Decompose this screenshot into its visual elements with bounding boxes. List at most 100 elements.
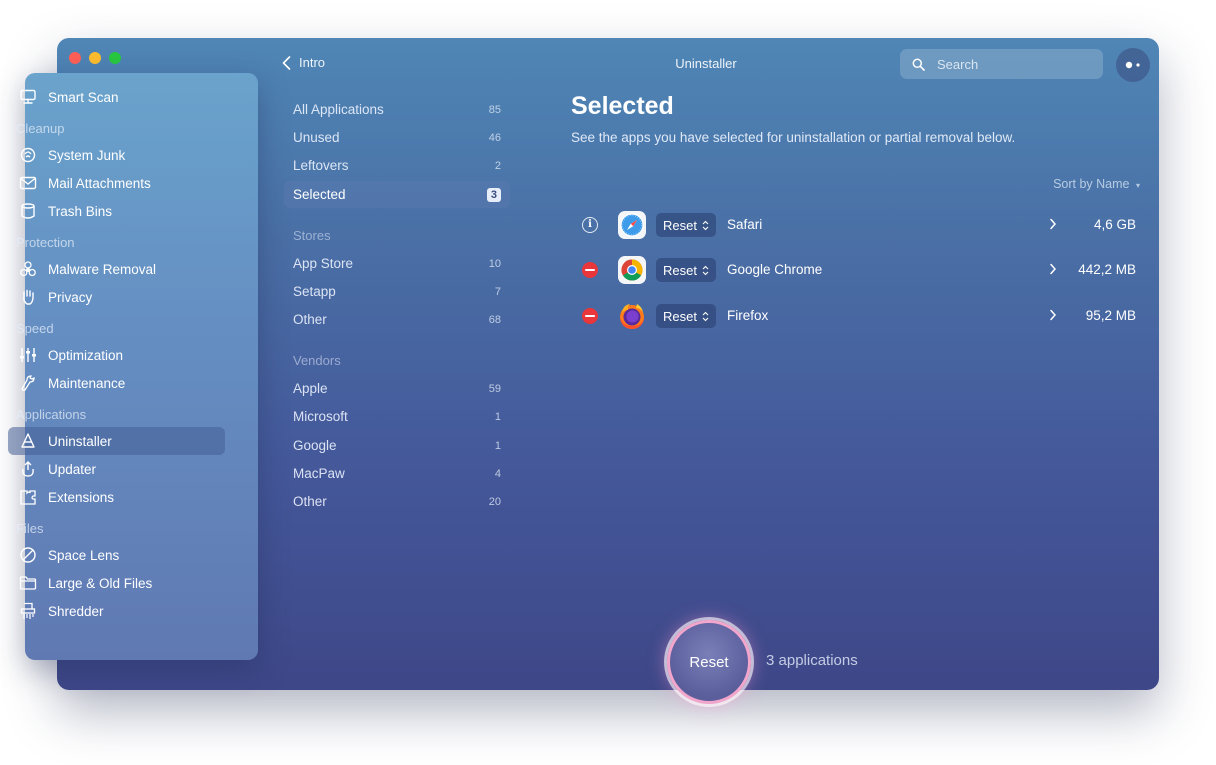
sidebar-item-malware-removal[interactable]: Malware Removal — [8, 255, 225, 283]
sidebar-item-privacy[interactable]: Privacy — [8, 283, 225, 311]
reset-action-button[interactable]: Reset — [656, 258, 716, 282]
reset-main-button[interactable]: Reset — [667, 620, 751, 704]
smart-scan-icon — [18, 87, 38, 107]
sidebar-item-space-lens[interactable]: Space Lens — [8, 541, 225, 569]
updown-chevron-icon — [702, 265, 709, 275]
category-label: Apple — [293, 381, 328, 396]
app-size: 95,2 MB — [1085, 308, 1136, 323]
sidebar-header-files: Files — [16, 521, 44, 536]
search-icon — [912, 58, 925, 71]
sidebar-item-system-junk[interactable]: System Junk — [8, 141, 225, 169]
firefox-icon — [620, 304, 644, 329]
reset-action-button[interactable]: Reset — [656, 213, 716, 237]
sidebar-item-smart-scan[interactable]: Smart Scan — [8, 83, 225, 111]
chevron-right-icon[interactable] — [1049, 309, 1057, 321]
category-unused[interactable]: Unused 46 — [284, 124, 510, 151]
app-name: Safari — [727, 217, 763, 232]
search-placeholder: Search — [937, 56, 979, 72]
category-app-store[interactable]: App Store 10 — [284, 250, 510, 277]
sidebar-item-updater[interactable]: Updater — [8, 455, 225, 483]
category-selected[interactable]: Selected 3 — [284, 181, 510, 208]
app-row-firefox[interactable]: Reset Firefox 95,2 MB — [571, 296, 1141, 336]
reset-action-label: Reset — [663, 217, 697, 233]
app-size: 442,2 MB — [1078, 262, 1136, 277]
assistant-icon — [1125, 61, 1140, 69]
window-title: Uninstaller — [675, 56, 737, 71]
reset-action-button[interactable]: Reset — [656, 304, 716, 328]
system-junk-icon — [18, 145, 38, 165]
sidebar-header-cleanup: Cleanup — [16, 121, 65, 136]
category-label: Unused — [293, 130, 340, 145]
category-label: Selected — [293, 187, 346, 202]
category-label: Leftovers — [293, 158, 349, 173]
category-leftovers[interactable]: Leftovers 2 — [284, 152, 510, 179]
category-count: 46 — [488, 131, 501, 144]
category-count: 20 — [488, 495, 501, 508]
sidebar-header-applications: Applications — [16, 407, 87, 422]
biohazard-icon — [18, 259, 38, 279]
category-count: 1 — [494, 439, 501, 452]
updown-chevron-icon — [702, 220, 709, 230]
category-macpaw[interactable]: MacPaw 4 — [284, 460, 510, 487]
sidebar-item-label: Trash Bins — [48, 203, 113, 219]
page-title: Selected — [571, 92, 674, 120]
page-subtitle: See the apps you have selected for unins… — [571, 130, 1016, 145]
hand-icon — [18, 287, 38, 307]
sidebar-item-trash-bins[interactable]: Trash Bins — [8, 197, 225, 225]
extensions-icon — [18, 487, 38, 507]
app-name: Firefox — [727, 308, 769, 323]
category-count: 1 — [494, 410, 501, 423]
minimize-window-button[interactable] — [89, 52, 101, 64]
category-all-applications[interactable]: All Applications 85 — [284, 96, 510, 123]
shredder-icon — [18, 601, 38, 621]
sidebar-item-uninstaller[interactable]: Uninstaller — [8, 427, 225, 455]
sort-label: Sort by Name — [1053, 177, 1130, 191]
sidebar-item-label: Optimization — [48, 347, 124, 363]
sidebar-item-label: Shredder — [48, 603, 104, 619]
sidebar-item-label: Extensions — [48, 489, 115, 505]
sidebar-item-mail-attachments[interactable]: Mail Attachments — [8, 169, 225, 197]
remove-icon[interactable] — [582, 308, 598, 324]
sort-dropdown[interactable]: Sort by Name ▾ — [1020, 177, 1140, 191]
back-label: Intro — [299, 55, 326, 70]
sidebar-item-label: System Junk — [48, 147, 126, 163]
category-store-other[interactable]: Other 68 — [284, 306, 510, 333]
app-row-safari[interactable]: i Reset Safari 4,6 GB — [571, 205, 1141, 245]
zoom-window-button[interactable] — [109, 52, 121, 64]
category-header-vendors: Vendors — [293, 353, 341, 368]
category-count: 68 — [488, 313, 501, 326]
app-row-google-chrome[interactable]: Reset Google Chrome 442,2 MB — [571, 250, 1141, 290]
category-label: All Applications — [293, 102, 384, 117]
category-microsoft[interactable]: Microsoft 1 — [284, 403, 510, 430]
back-button[interactable]: Intro — [282, 55, 325, 70]
sidebar-item-label: Maintenance — [48, 375, 126, 391]
sidebar-header-speed: Speed — [16, 321, 54, 336]
category-google[interactable]: Google 1 — [284, 432, 510, 459]
category-count: 10 — [488, 257, 501, 270]
chevron-right-icon[interactable] — [1049, 263, 1057, 275]
reset-action-label: Reset — [663, 308, 697, 324]
category-setapp[interactable]: Setapp 7 — [284, 278, 510, 305]
sliders-icon — [18, 345, 38, 365]
remove-icon[interactable] — [582, 262, 598, 278]
sidebar-item-optimization[interactable]: Optimization — [8, 341, 225, 369]
close-window-button[interactable] — [69, 52, 81, 64]
category-count: 7 — [494, 285, 501, 298]
assistant-button[interactable] — [1116, 48, 1150, 82]
chevron-right-icon[interactable] — [1049, 218, 1057, 230]
sidebar-item-shredder[interactable]: Shredder — [8, 597, 225, 625]
traffic-lights — [69, 52, 121, 64]
info-icon[interactable]: i — [582, 217, 598, 233]
category-label: App Store — [293, 256, 354, 271]
sidebar-item-extensions[interactable]: Extensions — [8, 483, 225, 511]
category-label: MacPaw — [293, 466, 345, 481]
search-field[interactable]: Search — [900, 49, 1103, 79]
sidebar-item-maintenance[interactable]: Maintenance — [8, 369, 225, 397]
category-vendor-other[interactable]: Other 20 — [284, 488, 510, 515]
category-apple[interactable]: Apple 59 — [284, 375, 510, 402]
sidebar-item-large-old-files[interactable]: Large & Old Files — [8, 569, 225, 597]
mail-icon — [18, 173, 38, 193]
app-size: 4,6 GB — [1093, 217, 1136, 232]
chevron-left-icon — [282, 55, 291, 70]
uninstaller-icon — [18, 431, 38, 451]
